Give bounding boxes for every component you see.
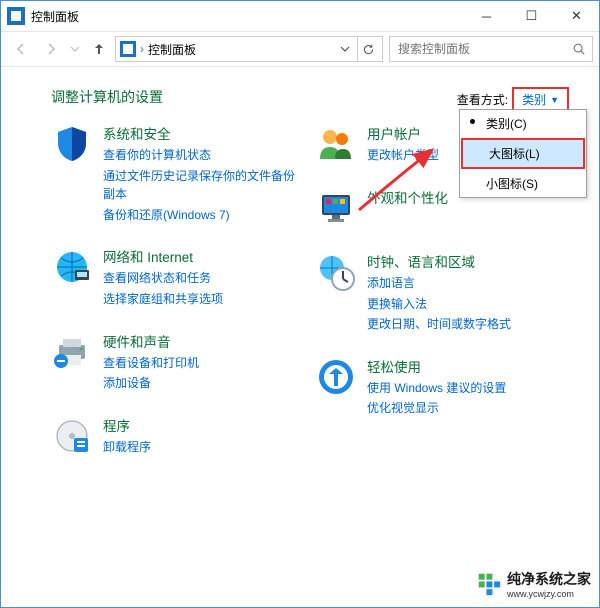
- address-dropdown-icon[interactable]: [337, 44, 353, 54]
- category-title[interactable]: 系统和安全: [103, 123, 305, 143]
- category-link[interactable]: 选择家庭组和共享选项: [103, 290, 223, 309]
- breadcrumb-separator-icon: ›: [140, 42, 144, 56]
- search-icon[interactable]: [572, 42, 586, 56]
- category-link[interactable]: 通过文件历史记录保存你的文件备份副本: [103, 167, 305, 204]
- view-by-current: 类别: [522, 91, 546, 108]
- category-title[interactable]: 程序: [103, 415, 151, 435]
- menu-item-label: 大图标(L): [489, 147, 540, 161]
- watermark: 纯净系统之家 www.ycwjzy.com: [475, 567, 593, 601]
- control-panel-icon: [7, 7, 25, 25]
- category-title[interactable]: 外观和个性化: [367, 187, 448, 207]
- category-link[interactable]: 添加设备: [103, 374, 199, 393]
- forward-button[interactable]: [37, 36, 65, 62]
- view-by-label: 查看方式:: [457, 91, 508, 108]
- users-icon: [315, 123, 357, 165]
- maximize-button[interactable]: ☐: [509, 1, 554, 31]
- menu-item-label: 类别(C): [486, 117, 527, 131]
- address-bar[interactable]: › 控制面板: [115, 36, 383, 62]
- search-box[interactable]: [389, 36, 593, 62]
- category-link[interactable]: 查看网络状态和任务: [103, 269, 223, 288]
- up-button[interactable]: [85, 36, 113, 62]
- radio-bullet-icon: [470, 119, 475, 124]
- category-link[interactable]: 更换输入法: [367, 295, 511, 314]
- programs-disc-icon: [51, 415, 93, 457]
- window-title: 控制面板: [31, 8, 464, 25]
- category-title[interactable]: 轻松使用: [367, 356, 506, 376]
- minimize-button[interactable]: ─: [464, 1, 509, 31]
- category-link[interactable]: 卸载程序: [103, 438, 151, 457]
- window-root: 控制面板 ─ ☐ ✕ › 控制面板: [0, 0, 600, 608]
- watermark-logo-icon: [477, 572, 501, 596]
- category-link[interactable]: 使用 Windows 建议的设置: [367, 379, 506, 398]
- left-column: 系统和安全 查看你的计算机状态 通过文件历史记录保存你的文件备份副本 备份和还原…: [51, 123, 305, 457]
- view-by-menu: 类别(C) 大图标(L) 小图标(S): [459, 109, 587, 198]
- category-title[interactable]: 网络和 Internet: [103, 246, 223, 266]
- menu-item-category[interactable]: 类别(C): [460, 110, 586, 137]
- recent-dropdown[interactable]: [67, 36, 83, 62]
- category-network: 网络和 Internet 查看网络状态和任务 选择家庭组和共享选项: [51, 246, 305, 308]
- address-control-panel-icon: [120, 41, 136, 57]
- category-title[interactable]: 硬件和声音: [103, 331, 199, 351]
- caret-down-icon: ▼: [550, 95, 559, 105]
- category-programs: 程序 卸载程序: [51, 415, 305, 457]
- clock-globe-icon: [315, 251, 357, 293]
- menu-item-large-icons[interactable]: 大图标(L): [461, 138, 585, 169]
- category-title[interactable]: 时钟、语言和区域: [367, 251, 511, 271]
- category-link[interactable]: 备份和还原(Windows 7): [103, 206, 305, 225]
- category-link[interactable]: 查看设备和打印机: [103, 354, 199, 373]
- refresh-button[interactable]: [357, 37, 378, 61]
- watermark-brand: 纯净系统之家: [507, 569, 591, 589]
- menu-item-small-icons[interactable]: 小图标(S): [460, 170, 586, 197]
- category-link[interactable]: 更改帐户类型: [367, 146, 439, 165]
- navigation-bar: › 控制面板: [1, 31, 599, 67]
- category-link[interactable]: 查看你的计算机状态: [103, 146, 305, 165]
- close-button[interactable]: ✕: [554, 1, 599, 31]
- category-title[interactable]: 用户帐户: [367, 123, 439, 143]
- category-link[interactable]: 优化视觉显示: [367, 399, 506, 418]
- category-ease-of-access: 轻松使用 使用 Windows 建议的设置 优化视觉显示: [315, 356, 569, 418]
- category-link[interactable]: 更改日期、时间或数字格式: [367, 315, 511, 334]
- category-clock-language: 时钟、语言和区域 添加语言 更换输入法 更改日期、时间或数字格式: [315, 251, 569, 334]
- watermark-url: www.ycwjzy.com: [507, 589, 591, 599]
- category-system-security: 系统和安全 查看你的计算机状态 通过文件历史记录保存你的文件备份副本 备份和还原…: [51, 123, 305, 224]
- printer-icon: [51, 331, 93, 373]
- shield-icon: [51, 123, 93, 165]
- category-link[interactable]: 添加语言: [367, 274, 511, 293]
- globe-network-icon: [51, 246, 93, 288]
- back-button[interactable]: [7, 36, 35, 62]
- titlebar: 控制面板 ─ ☐ ✕: [1, 1, 599, 31]
- search-input[interactable]: [396, 41, 568, 57]
- monitor-color-icon: [315, 187, 357, 229]
- category-hardware-sound: 硬件和声音 查看设备和打印机 添加设备: [51, 331, 305, 393]
- breadcrumb-item[interactable]: 控制面板: [148, 41, 196, 58]
- content-area: 调整计算机的设置 查看方式: 类别 ▼ 类别(C) 大图标(L) 小图标(S): [1, 67, 599, 607]
- menu-item-label: 小图标(S): [486, 177, 538, 191]
- ease-of-access-icon: [315, 356, 357, 398]
